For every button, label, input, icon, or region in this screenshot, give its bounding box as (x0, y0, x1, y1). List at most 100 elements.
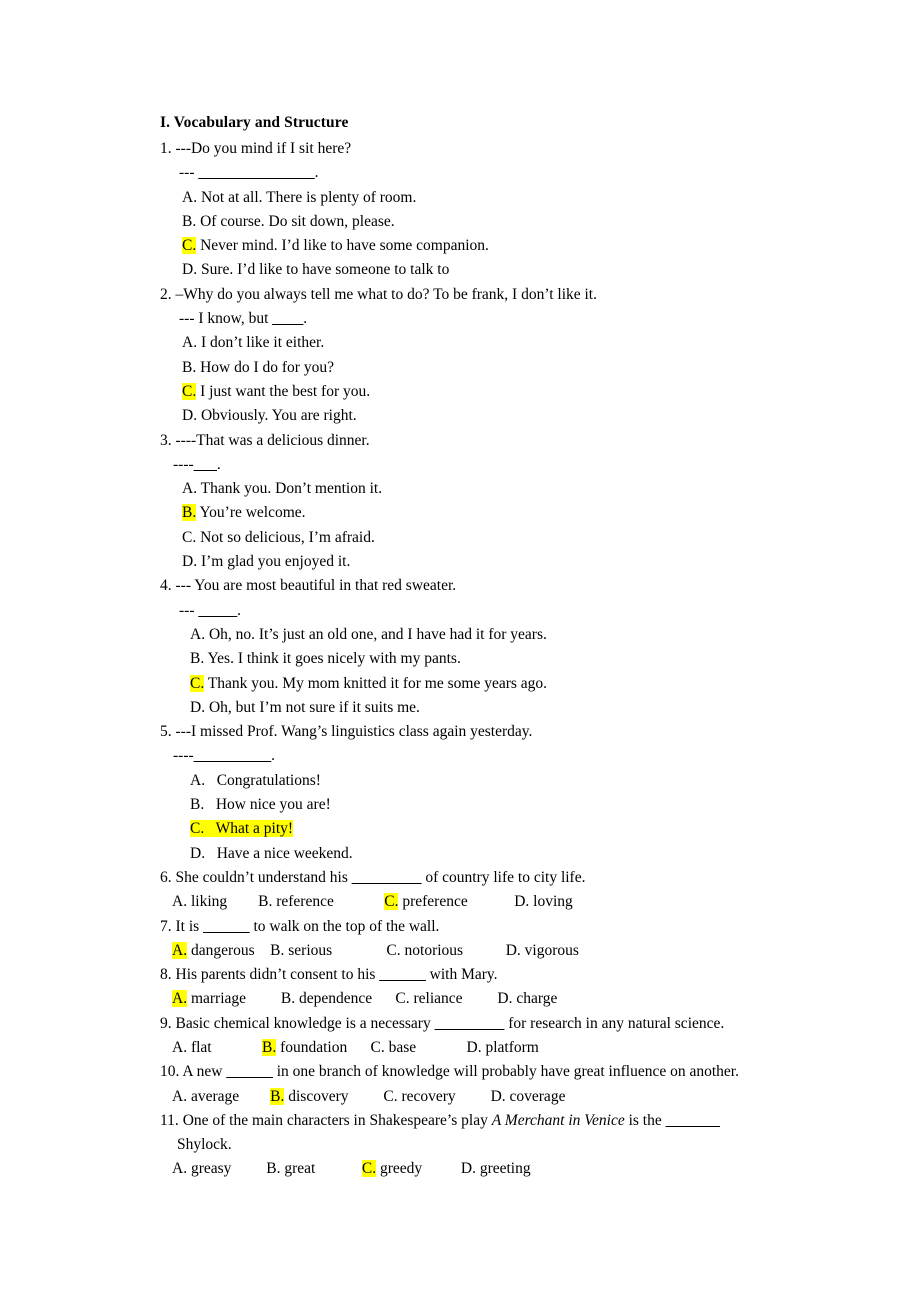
question-text: One of the main characters in Shakespear… (182, 1111, 492, 1129)
option-b[interactable]: B. Yes. I think it goes nicely with my p… (160, 647, 780, 671)
question-number: 3. (160, 431, 176, 449)
reply-prefix: ---- (173, 455, 194, 473)
option-letter: A. (172, 941, 188, 959)
option-c[interactable]: C. Not so delicious, I’m afraid. (160, 526, 780, 550)
option-letter: A. (172, 1038, 188, 1056)
option-gap (246, 990, 281, 1007)
option-gap (422, 1160, 461, 1177)
option-a[interactable]: A. liking (172, 893, 227, 910)
option-a[interactable]: A. Oh, no. It’s just an old one, and I h… (160, 623, 780, 647)
option-letter: B. (280, 990, 296, 1008)
option-c[interactable]: C. base (370, 1039, 416, 1056)
option-letter: D. (182, 261, 198, 279)
option-b[interactable]: B. serious (270, 942, 332, 959)
option-d[interactable]: D. vigorous (506, 942, 579, 959)
option-text: loving (529, 893, 573, 911)
option-a[interactable]: A. dangerous (172, 941, 255, 959)
answer-blank: ___ (193, 455, 217, 473)
option-letter: A. (182, 188, 198, 206)
option-a[interactable]: A. Thank you. Don’t mention it. (160, 477, 780, 501)
question-text: ---Do you mind if I sit here? (175, 140, 352, 157)
question-stem: 5. ---I missed Prof. Wang’s linguistics … (160, 720, 780, 744)
question-number: 7. (160, 917, 176, 935)
option-d[interactable]: D. greeting (461, 1160, 531, 1177)
reply-prefix: --- (179, 164, 199, 182)
option-a[interactable]: A. average (172, 1088, 239, 1105)
option-row: A. dangerous B. serious C. notorious D. … (160, 939, 780, 963)
option-a[interactable]: A. greasy (172, 1160, 231, 1177)
option-a[interactable]: A. Congratulations! (160, 769, 780, 793)
option-c[interactable]: C. reliance (395, 990, 462, 1007)
question-text-2: for research in any natural science. (504, 1014, 725, 1032)
question-text: --- You are most beautiful in that red s… (175, 577, 457, 595)
option-c[interactable]: C. recovery (383, 1088, 455, 1105)
option-c[interactable]: C. greedy (361, 1160, 422, 1178)
option-c[interactable]: C. Never mind. I’d like to have some com… (160, 234, 780, 258)
option-b[interactable]: B. How nice you are! (160, 793, 780, 817)
option-letter: D. (514, 893, 530, 911)
option-d[interactable]: D. coverage (491, 1088, 566, 1105)
option-text: greeting (475, 1160, 531, 1178)
option-row: A. flat B. foundation C. base D. platfor… (160, 1036, 780, 1060)
option-d[interactable]: D. Oh, but I’m not sure if it suits me. (160, 696, 780, 720)
option-d[interactable]: D. Have a nice weekend. (160, 842, 780, 866)
answer-blank: ______ (226, 1063, 273, 1081)
question-block: 7. It is ______ to walk on the top of th… (160, 915, 780, 964)
option-text: I’m glad you enjoyed it. (197, 553, 351, 571)
option-c[interactable]: C. What a pity! (160, 817, 780, 841)
option-a[interactable]: A. Not at all. There is plenty of room. (160, 186, 780, 210)
question-text-2: with Mary. (425, 966, 498, 984)
question-reply-prompt: --- _____. (160, 599, 780, 623)
option-gap (255, 942, 271, 959)
option-d[interactable]: D. platform (467, 1039, 539, 1056)
option-letter: B. (261, 1038, 277, 1056)
option-a[interactable]: A. I don’t like it either. (160, 331, 780, 355)
option-b[interactable]: B. foundation (261, 1038, 347, 1056)
option-c[interactable]: C. I just want the best for you. (160, 380, 780, 404)
option-letter: D. (182, 553, 198, 571)
option-letter: D. (466, 1038, 482, 1056)
option-d[interactable]: D. I’m glad you enjoyed it. (160, 550, 780, 574)
question-continuation: Shylock. (177, 1136, 232, 1154)
option-b[interactable]: B. discovery (270, 1087, 349, 1105)
option-c[interactable]: C. Thank you. My mom knitted it for me s… (160, 672, 780, 696)
option-b[interactable]: B. You’re welcome. (160, 501, 780, 525)
option-d[interactable]: D. Sure. I’d like to have someone to tal… (160, 258, 780, 282)
option-d[interactable]: D. Obviously. You are right. (160, 404, 780, 428)
option-letter: A. (182, 480, 198, 498)
question-block: 8. His parents didn’t consent to his ___… (160, 963, 780, 1012)
option-row: A. greasy B. great C. greedy D. greeting (160, 1157, 780, 1181)
option-d[interactable]: D. charge (497, 990, 557, 1007)
question-list: 1. ---Do you mind if I sit here? --- ____… (160, 137, 780, 1182)
question-stem: 1. ---Do you mind if I sit here? (160, 137, 780, 161)
option-a[interactable]: A. marriage (172, 990, 246, 1008)
option-row: A. marriage B. dependence C. reliance D.… (160, 987, 780, 1011)
option-text: Oh, no. It’s just an old one, and I have… (205, 625, 547, 643)
reply-suffix: . (237, 601, 241, 619)
option-letter: D. (505, 941, 521, 959)
option-b[interactable]: B. dependence (281, 990, 372, 1007)
option-text: vigorous (520, 941, 579, 959)
option-text: reference (272, 893, 334, 911)
option-letter: A. (172, 990, 188, 1008)
option-a[interactable]: A. flat (172, 1039, 212, 1056)
option-c[interactable]: C. preference (384, 893, 468, 911)
option-b[interactable]: B. great (266, 1160, 315, 1177)
option-b[interactable]: B. reference (258, 893, 334, 910)
option-text: coverage (505, 1087, 566, 1105)
option-letter: B. (182, 212, 197, 230)
option-b[interactable]: B. How do I do for you? (160, 356, 780, 380)
option-d[interactable]: D. loving (514, 893, 573, 910)
question-block: 6. She couldn’t understand his _________… (160, 866, 780, 915)
option-text: flat (187, 1038, 212, 1056)
option-b[interactable]: B. Of course. Do sit down, please. (160, 210, 780, 234)
question-stem: 11. One of the main characters in Shakes… (160, 1109, 778, 1158)
option-letter: B. (270, 1087, 285, 1105)
question-number: 8. (160, 966, 176, 984)
option-letter: A. (190, 771, 206, 789)
question-text-2: of country life to city life. (421, 868, 586, 886)
option-c[interactable]: C. notorious (386, 942, 463, 959)
option-letter: A. (182, 334, 198, 352)
question-number: 5. (160, 723, 176, 741)
option-letter: C. (395, 990, 410, 1008)
